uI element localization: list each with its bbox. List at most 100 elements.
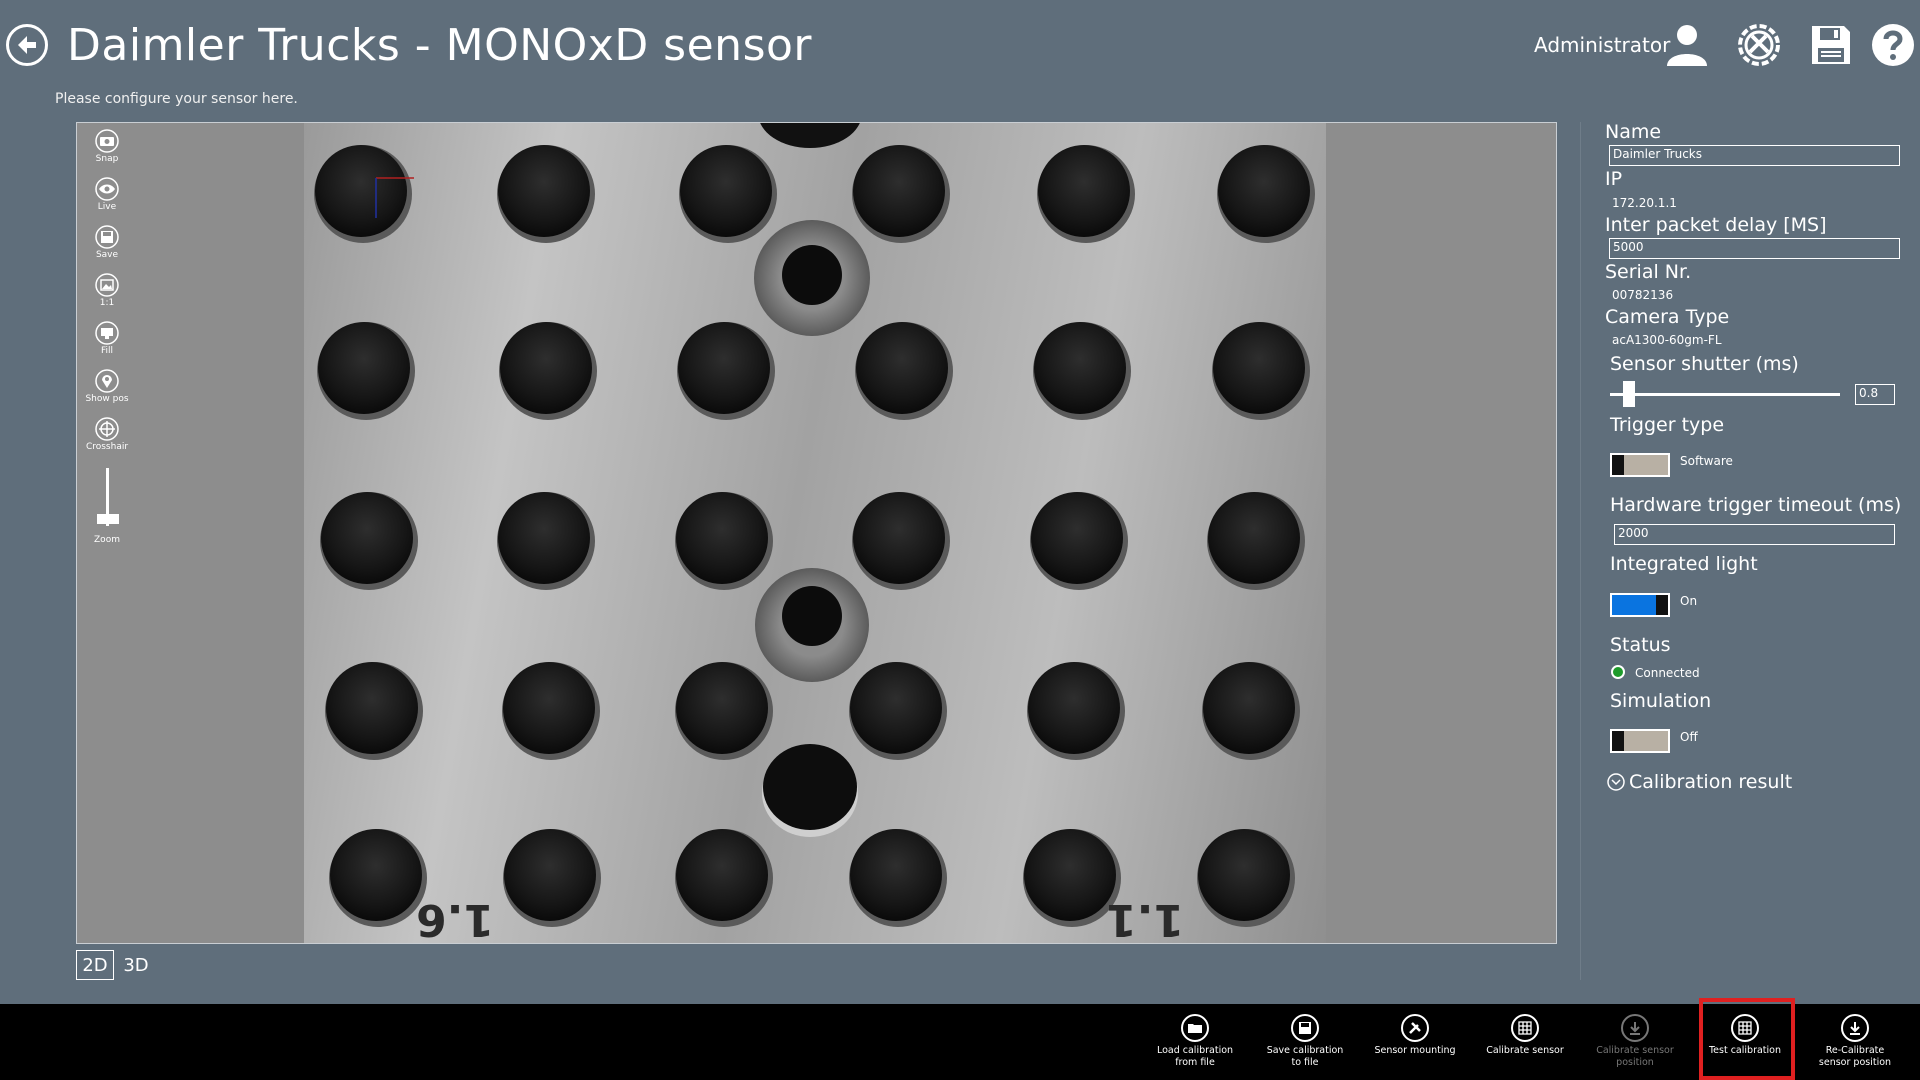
plate-hole <box>1028 662 1120 754</box>
ipd-field[interactable]: 5000 <box>1609 238 1900 259</box>
shutter-slider-track[interactable] <box>1610 393 1840 396</box>
calibration-result-expander[interactable]: Calibration result <box>1607 771 1792 793</box>
sensor-mounting-button[interactable]: Sensor mounting <box>1365 1014 1465 1076</box>
app-button-label: Calibrate sensor <box>1486 1045 1564 1056</box>
tool-label: Save <box>95 250 119 260</box>
tool-label: Show pos <box>85 394 129 404</box>
header: Daimler Trucks - MONOxD sensor Please co… <box>0 0 1920 107</box>
download-icon <box>1621 1014 1649 1042</box>
trigger-type-value: Software <box>1680 454 1733 468</box>
ip-value: 172.20.1.1 <box>1612 196 1677 210</box>
tab-2d[interactable]: 2D <box>76 950 114 980</box>
page-title: Daimler Trucks - MONOxD sensor <box>67 20 812 71</box>
page-subtitle: Please configure your sensor here. <box>55 91 298 107</box>
ipd-label: Inter packet delay [MS] <box>1605 214 1827 236</box>
tool-label: Live <box>97 202 117 212</box>
back-arrow-icon <box>18 36 36 54</box>
snap-button[interactable]: Snap <box>77 129 137 164</box>
user-name[interactable]: Administrator <box>1534 33 1670 57</box>
plate-hole <box>1038 145 1130 237</box>
save-disk-icon[interactable] <box>1808 22 1854 68</box>
plate-hole <box>321 492 413 584</box>
shutter-slider-thumb[interactable] <box>1623 381 1636 407</box>
plate-hole <box>850 662 942 754</box>
status-label: Status <box>1610 634 1671 656</box>
user-icon[interactable] <box>1664 22 1710 68</box>
status-value: Connected <box>1635 666 1700 680</box>
app-button-label: Save calibration to file <box>1266 1045 1344 1068</box>
plate-mark-right: 1.1 <box>1106 894 1184 943</box>
trigger-type-label: Trigger type <box>1610 414 1725 436</box>
app-button-label: Calibrate sensor position <box>1596 1045 1674 1068</box>
status-indicator-icon <box>1611 665 1625 679</box>
simulation-value: Off <box>1680 730 1698 744</box>
wrench-icon <box>1401 1014 1429 1042</box>
tool-label: Fill <box>100 346 114 356</box>
save-calibration-button[interactable]: Save calibration to file <box>1255 1014 1355 1076</box>
plate-hole <box>676 662 768 754</box>
plate-hole <box>850 829 942 921</box>
tool-label: 1:1 <box>99 298 115 308</box>
trigger-type-toggle[interactable] <box>1610 453 1670 477</box>
back-button[interactable] <box>6 24 48 66</box>
one-to-one-button[interactable]: 1:1 <box>77 273 137 308</box>
camera-type-value: acA1300-60gm-FL <box>1612 333 1722 347</box>
live-button[interactable]: Live <box>77 177 137 212</box>
simulation-toggle[interactable] <box>1610 729 1670 753</box>
load-calibration-button[interactable]: Load calibration from file <box>1145 1014 1245 1076</box>
plate-hole <box>1213 322 1305 414</box>
serial-value: 00782136 <box>1612 288 1674 302</box>
crosshair-button[interactable]: Crosshair <box>77 417 137 452</box>
recalibrate-sensor-position-button[interactable]: Re-Calibrate sensor position <box>1805 1014 1905 1076</box>
plate-hole <box>1208 492 1300 584</box>
shutter-label: Sensor shutter (ms) <box>1610 353 1799 375</box>
image-icon <box>95 273 119 297</box>
plate-mark-left: 1.6 <box>416 894 494 943</box>
shutter-value-field[interactable]: 0.8 <box>1855 384 1895 405</box>
eye-icon <box>95 177 119 201</box>
download-icon <box>1841 1014 1869 1042</box>
save-image-button[interactable]: Save <box>77 225 137 260</box>
name-label: Name <box>1605 121 1662 143</box>
plate-hole <box>1024 829 1116 921</box>
plate-hole <box>503 662 595 754</box>
app-button-label: Sensor mounting <box>1374 1045 1456 1056</box>
crosshair-icon <box>95 417 119 441</box>
app-bar: Load calibration from file Save calibrat… <box>0 1004 1920 1080</box>
save-disk-icon <box>1291 1014 1319 1042</box>
map-pin-icon <box>95 369 119 393</box>
help-icon[interactable] <box>1870 22 1916 68</box>
show-pos-button[interactable]: Show pos <box>77 369 137 404</box>
plate-hole <box>498 145 590 237</box>
plate-hole <box>326 662 418 754</box>
monitor-icon <box>95 321 119 345</box>
fill-button[interactable]: Fill <box>77 321 137 356</box>
camera-image: 1.6 1.1 <box>304 123 1326 943</box>
tools-settings-icon[interactable] <box>1736 22 1782 68</box>
plate-hole <box>1203 662 1295 754</box>
plate-hole <box>853 492 945 584</box>
name-field[interactable]: Daimler Trucks <box>1609 145 1900 166</box>
serial-label: Serial Nr. <box>1605 261 1692 283</box>
app-button-label: Re-Calibrate sensor position <box>1818 1045 1892 1068</box>
tool-label: Crosshair <box>85 442 129 452</box>
plate-hole <box>330 829 422 921</box>
calibrate-sensor-button[interactable]: Calibrate sensor <box>1475 1014 1575 1076</box>
panel-divider <box>1580 122 1581 980</box>
integrated-light-toggle[interactable] <box>1610 593 1670 617</box>
hw-timeout-label: Hardware trigger timeout (ms) <box>1610 494 1902 516</box>
tab-3d[interactable]: 3D <box>120 950 152 980</box>
camera-type-label: Camera Type <box>1605 306 1730 328</box>
folder-icon <box>1181 1014 1209 1042</box>
image-viewer[interactable]: Snap Live Save 1:1 Fill Show pos Crossha… <box>76 122 1557 944</box>
plate-hole <box>315 145 407 237</box>
grid-icon <box>1511 1014 1539 1042</box>
plate-hole <box>318 322 410 414</box>
chevron-down-icon <box>1607 773 1625 791</box>
plate-hole <box>504 829 596 921</box>
plate-hole <box>500 322 592 414</box>
plate-hole <box>498 492 590 584</box>
calibrate-sensor-position-button[interactable]: Calibrate sensor position <box>1585 1014 1685 1076</box>
zoom-slider-thumb[interactable] <box>97 514 119 524</box>
hw-timeout-field[interactable]: 2000 <box>1614 524 1895 545</box>
